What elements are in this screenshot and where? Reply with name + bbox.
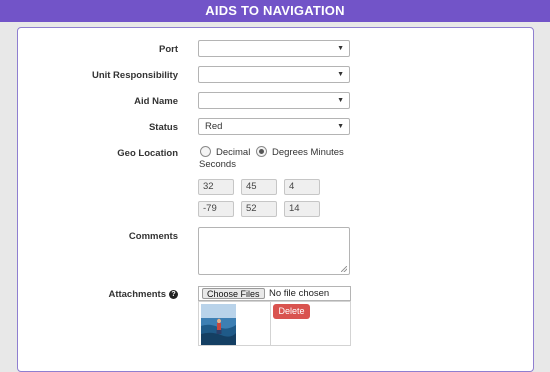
unit-responsibility-label: Unit Responsibility [91, 70, 178, 81]
comments-textarea[interactable] [198, 227, 350, 275]
dropdown-caret-icon: ▼ [337, 97, 344, 104]
file-input[interactable]: Choose Files No file chosen [198, 286, 351, 301]
photo-image-icon [201, 304, 236, 345]
dropdown-caret-icon: ▼ [337, 123, 344, 130]
longitude-degrees-input[interactable]: -79 [198, 201, 234, 217]
aid-name-select[interactable]: ▼ [198, 92, 350, 109]
attachments-list: Delete [198, 301, 351, 346]
latitude-minutes-input[interactable]: 45 [241, 179, 277, 195]
unit-responsibility-select[interactable]: ▼ [198, 66, 350, 83]
attachment-thumbnail[interactable] [201, 304, 236, 345]
status-select[interactable]: Red ▼ [198, 118, 350, 135]
radio-degrees-minutes-seconds[interactable] [256, 146, 267, 157]
status-label: Status [148, 122, 178, 133]
latitude-seconds-input[interactable]: 4 [284, 179, 320, 195]
choose-files-button[interactable]: Choose Files [202, 288, 265, 299]
status-value: Red [205, 121, 223, 132]
file-status-text: No file chosen [269, 288, 330, 299]
attachments-label: Attachments [108, 289, 166, 300]
radio-dms-label: Degrees Minutes [272, 147, 344, 158]
longitude-minutes-input[interactable]: 52 [241, 201, 277, 217]
resize-grip-icon[interactable] [341, 266, 347, 272]
dropdown-caret-icon: ▼ [337, 71, 344, 78]
attachments-label-row: Attachments? [108, 289, 178, 300]
page-title: AIDS TO NAVIGATION [0, 0, 550, 22]
port-label: Port [159, 44, 178, 55]
radio-decimal-label: Decimal [216, 147, 251, 158]
geo-location-label: Geo Location [117, 148, 178, 159]
attachments-divider [270, 302, 271, 345]
radio-dms-label-continued: Seconds [199, 159, 236, 170]
radio-decimal[interactable] [200, 146, 211, 157]
longitude-seconds-input[interactable]: 14 [284, 201, 320, 217]
latitude-degrees-input[interactable]: 32 [198, 179, 234, 195]
dropdown-caret-icon: ▼ [337, 45, 344, 52]
question-circle-icon[interactable]: ? [169, 290, 178, 299]
aid-name-label: Aid Name [134, 96, 178, 107]
delete-attachment-button[interactable]: Delete [273, 304, 310, 319]
port-select[interactable]: ▼ [198, 40, 350, 57]
comments-label: Comments [128, 231, 178, 242]
